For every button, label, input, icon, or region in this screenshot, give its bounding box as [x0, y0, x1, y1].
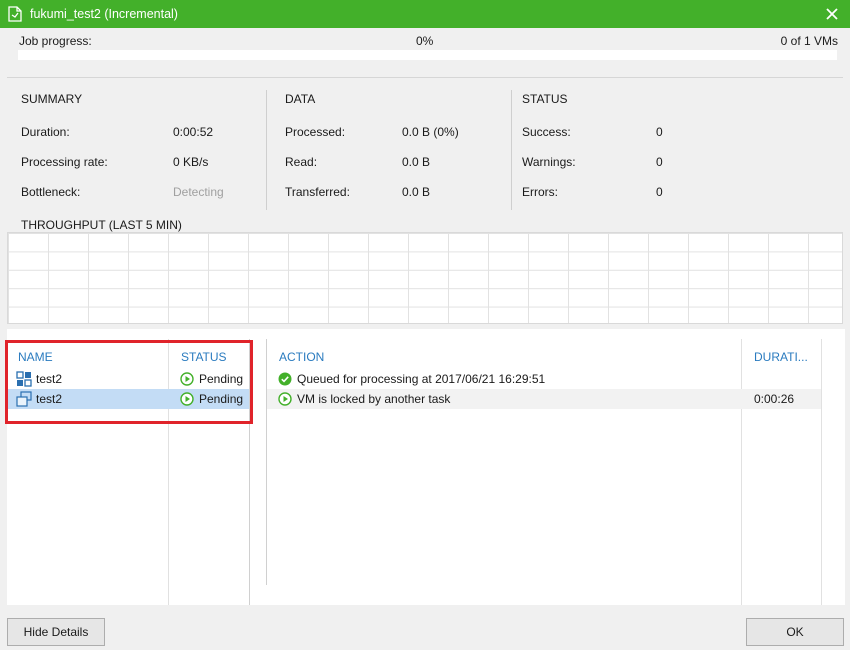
action-duration: 0:00:26	[754, 392, 795, 406]
job-progress-bar	[18, 50, 837, 60]
throughput-chart	[7, 232, 843, 324]
warnings-value: 0	[656, 155, 663, 169]
hide-details-button[interactable]: Hide Details	[7, 618, 105, 646]
bottleneck-label: Bottleneck:	[21, 185, 81, 199]
duration-column-header[interactable]: DURATI...	[754, 350, 808, 364]
summary-heading: SUMMARY	[21, 92, 83, 106]
job-progress-label: Job progress:	[19, 34, 92, 48]
close-button[interactable]	[822, 4, 842, 24]
bottleneck-value: Detecting	[173, 185, 224, 199]
job-progress-percent: 0%	[416, 34, 434, 48]
window-title: fukumi_test2 (Incremental)	[30, 7, 178, 21]
processing-rate-label: Processing rate:	[21, 155, 108, 169]
errors-label: Errors:	[522, 185, 558, 199]
processed-value: 0.0 B (0%)	[402, 125, 459, 139]
action-text: VM is locked by another task	[297, 392, 451, 406]
duration-value: 0:00:52	[173, 125, 214, 139]
data-status-divider	[511, 90, 512, 210]
action-column-left-border	[266, 339, 267, 585]
highlight-annotation	[5, 340, 253, 424]
processed-label: Processed:	[285, 125, 346, 139]
transferred-value: 0.0 B	[402, 185, 431, 199]
read-value: 0.0 B	[402, 155, 431, 169]
ok-button[interactable]: OK	[746, 618, 844, 646]
data-heading: DATA	[285, 92, 316, 106]
job-progress-area: Job progress: 0% 0 of 1 VMs	[0, 28, 850, 76]
warnings-label: Warnings:	[522, 155, 576, 169]
read-label: Read:	[285, 155, 318, 169]
processing-rate-value: 0 KB/s	[173, 155, 209, 169]
action-text: Queued for processing at 2017/06/21 16:2…	[297, 372, 546, 386]
action-duration-column-divider	[741, 339, 742, 605]
success-value: 0	[656, 125, 663, 139]
duration-label: Duration:	[21, 125, 70, 139]
status-heading: STATUS	[522, 92, 568, 106]
pending-play-icon	[278, 392, 292, 406]
summary-data-divider	[266, 90, 267, 210]
transferred-label: Transferred:	[285, 185, 350, 199]
job-progress-vm-count: 0 of 1 VMs	[780, 34, 838, 48]
close-icon	[826, 8, 838, 20]
action-column-header[interactable]: ACTION	[279, 350, 324, 364]
errors-value: 0	[656, 185, 663, 199]
title-bar: fukumi_test2 (Incremental)	[0, 0, 850, 28]
duration-column-right-border	[821, 339, 822, 605]
divider	[7, 77, 843, 78]
throughput-heading: THROUGHPUT (LAST 5 MIN)	[21, 218, 182, 232]
success-check-icon	[278, 372, 292, 386]
success-label: Success:	[522, 125, 571, 139]
job-icon	[8, 6, 22, 22]
